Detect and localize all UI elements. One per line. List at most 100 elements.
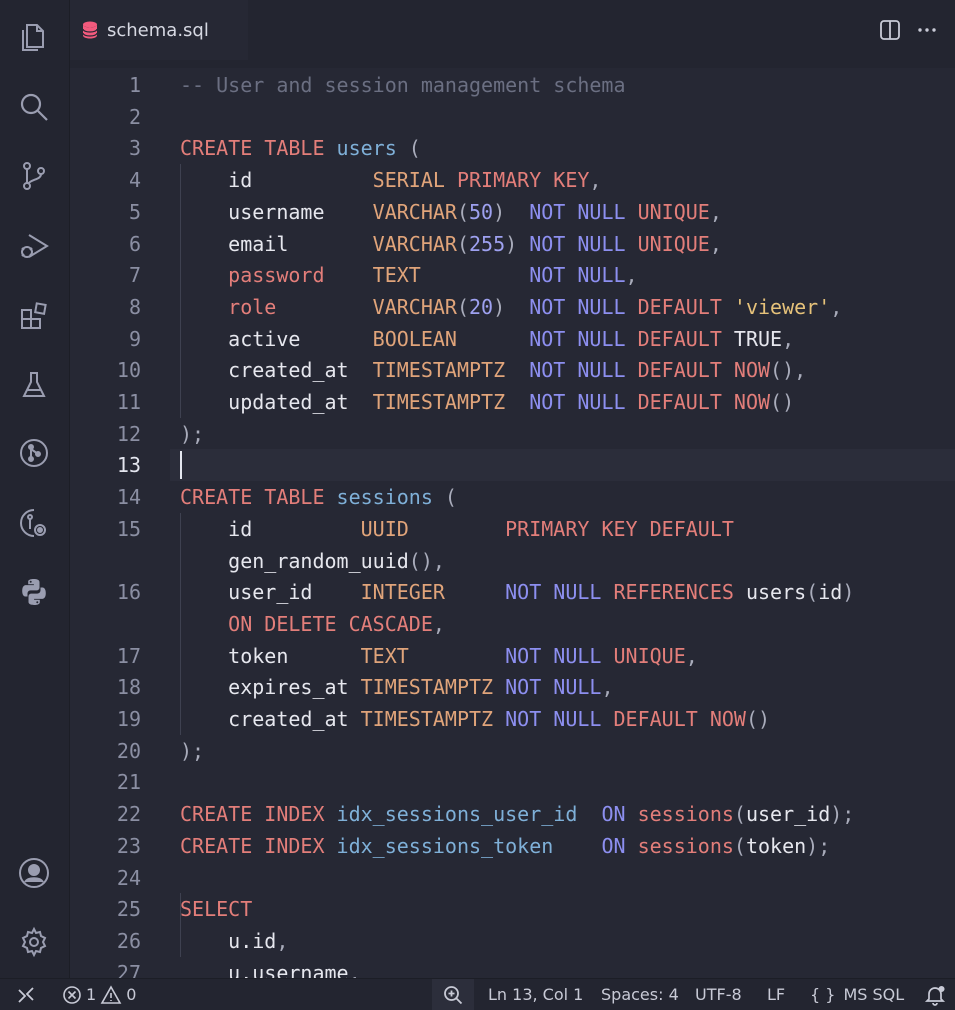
code-token: ,	[830, 294, 843, 319]
end-of-line[interactable]: LF	[767, 979, 785, 1010]
problems-indicator[interactable]: 1 0	[62, 979, 136, 1010]
line-number: 15	[116, 516, 141, 541]
code-token: 'viewer'	[733, 294, 831, 319]
code-line[interactable]: 24	[70, 862, 955, 894]
activity-bar	[0, 0, 70, 978]
git-graph-icon[interactable]	[14, 433, 54, 473]
code-line[interactable]: 8 role VARCHAR(20) NOT NULL DEFAULT 'vie…	[70, 291, 955, 323]
run-debug-icon[interactable]	[14, 226, 54, 266]
code-line[interactable]: 15 id UUID PRIMARY KEY DEFAULT	[70, 513, 955, 545]
python-icon[interactable]	[14, 572, 54, 612]
code-token: TIMESTAMPTZ	[360, 675, 506, 700]
code-token: )	[842, 580, 855, 605]
code-line[interactable]: 14 CREATE TABLE sessions (	[70, 481, 955, 513]
explorer-icon[interactable]	[14, 17, 54, 57]
line-code: gen_random_uuid(),	[180, 545, 445, 577]
code-token: NOT NULL	[529, 263, 626, 288]
code-line[interactable]: 9 active BOOLEAN NOT NULL DEFAULT TRUE,	[70, 323, 955, 355]
line-number: 5	[128, 199, 141, 224]
code-line[interactable]: 1 -- User and session management schema	[70, 69, 955, 101]
code-line[interactable]: 7 password TEXT NOT NULL,	[70, 259, 955, 291]
line-number: 21	[116, 770, 141, 795]
line-code: active BOOLEAN NOT NULL DEFAULT TRUE,	[180, 323, 794, 355]
tab-schema-sql[interactable]: schema.sql	[70, 0, 248, 60]
code-line[interactable]: 16 user_id INTEGER NOT NULL REFERENCES u…	[70, 576, 955, 608]
code-token: user_id	[180, 580, 361, 605]
line-number: 25	[116, 897, 141, 922]
error-icon	[63, 985, 81, 1004]
code-line[interactable]: 3 CREATE TABLE users (	[70, 132, 955, 164]
code-line[interactable]: 5 username VARCHAR(50) NOT NULL UNIQUE,	[70, 196, 955, 228]
encoding[interactable]: UTF-8	[695, 979, 742, 1010]
code-line[interactable]: 19 created_at TIMESTAMPTZ NOT NULL DEFAU…	[70, 703, 955, 735]
remote-explorer-icon[interactable]	[14, 503, 54, 543]
code-token: NOT NULL	[529, 358, 638, 383]
status-bar: 1 0 Ln 13, Col 1 Spaces: 4 UTF-8 LF { } …	[0, 978, 955, 1010]
warning-count: 0	[126, 985, 137, 1004]
code-token: created_at	[180, 707, 361, 731]
settings-gear-icon[interactable]	[14, 922, 54, 962]
code-line[interactable]: 26 u.id,	[70, 925, 955, 957]
extensions-icon[interactable]	[14, 296, 54, 336]
code-line[interactable]: 17 token TEXT NOT NULL UNIQUE,	[70, 640, 955, 672]
more-actions-icon[interactable]	[915, 18, 939, 42]
code-token: ON DELETE CASCADE	[180, 611, 433, 636]
code-token: );	[180, 738, 205, 763]
split-editor-icon[interactable]	[878, 18, 902, 42]
code-token: );	[180, 421, 205, 446]
code-token: users	[745, 580, 807, 605]
code-line[interactable]: 10 created_at TIMESTAMPTZ NOT NULL DEFAU…	[70, 354, 955, 386]
line-number: 13	[116, 453, 141, 478]
code-token: ,	[601, 675, 614, 700]
code-line[interactable]: 12);	[70, 418, 955, 450]
code-line[interactable]: 11 updated_at TIMESTAMPTZ NOT NULL DEFAU…	[70, 386, 955, 418]
code-token: idx_sessions_user_id	[336, 802, 602, 827]
code-token: user_id	[745, 802, 831, 827]
code-token: UUID	[360, 516, 506, 541]
code-editor[interactable]: 1 -- User and session management schema 2 3…	[70, 68, 955, 978]
remote-icon[interactable]	[16, 979, 36, 1010]
source-control-icon[interactable]	[14, 156, 54, 196]
code-line[interactable]: 4 id SERIAL PRIMARY KEY,	[70, 164, 955, 196]
code-token: BOOLEAN	[372, 326, 530, 351]
code-line[interactable]: 27 u.username,	[70, 957, 955, 978]
search-icon[interactable]	[14, 87, 54, 127]
braces-icon: { }	[810, 985, 836, 1004]
code-line[interactable]: 18 expires_at TIMESTAMPTZ NOT NULL,	[70, 671, 955, 703]
code-line[interactable]: 6 email VARCHAR(255) NOT NULL UNIQUE,	[70, 228, 955, 260]
code-line[interactable]: 23 CREATE INDEX idx_sessions_token ON ses…	[70, 830, 955, 862]
account-icon[interactable]	[14, 853, 54, 893]
code-line[interactable]: 22 CREATE INDEX idx_sessions_user_id ON s…	[70, 798, 955, 830]
line-number: 23	[116, 833, 141, 858]
language-mode[interactable]: { } MS SQL	[810, 979, 904, 1010]
indentation[interactable]: Spaces: 4	[601, 979, 679, 1010]
testing-icon[interactable]	[14, 365, 54, 405]
line-number: 11	[116, 390, 141, 414]
code-token: VARCHAR	[372, 294, 457, 319]
cursor-position[interactable]: Ln 13, Col 1	[488, 979, 583, 1010]
line-number: 2	[128, 104, 141, 129]
code-token: users	[336, 136, 397, 161]
code-line[interactable]: 2	[70, 101, 955, 133]
line-code: password TEXT NOT NULL,	[180, 259, 637, 291]
bell-icon[interactable]	[924, 979, 946, 1010]
code-token: UNIQUE	[637, 231, 710, 256]
line-code: -- User and session management schema	[180, 69, 626, 101]
code-line[interactable]: 21	[70, 766, 955, 798]
code-line[interactable]: 25 SELECT	[70, 893, 955, 925]
line-code: email VARCHAR(255) NOT NULL UNIQUE,	[180, 228, 722, 260]
code-token: TIMESTAMPTZ	[372, 390, 530, 414]
code-line[interactable]: gen_random_uuid(),	[70, 545, 955, 577]
line-number: 22	[116, 802, 141, 827]
code-token: CREATE TABLE	[180, 136, 337, 161]
zoom-icon[interactable]	[432, 979, 474, 1010]
code-token: NOT NULL	[505, 643, 614, 668]
code-line[interactable]: ON DELETE CASCADE,	[70, 608, 955, 640]
code-token: sessions	[637, 833, 734, 858]
line-number: 12	[116, 421, 141, 446]
code-token: id	[180, 168, 373, 193]
code-token: INTEGER	[360, 580, 506, 605]
code-line[interactable]: 20);	[70, 735, 955, 767]
code-line[interactable]: 13	[70, 449, 955, 481]
code-token: ,	[432, 611, 445, 636]
